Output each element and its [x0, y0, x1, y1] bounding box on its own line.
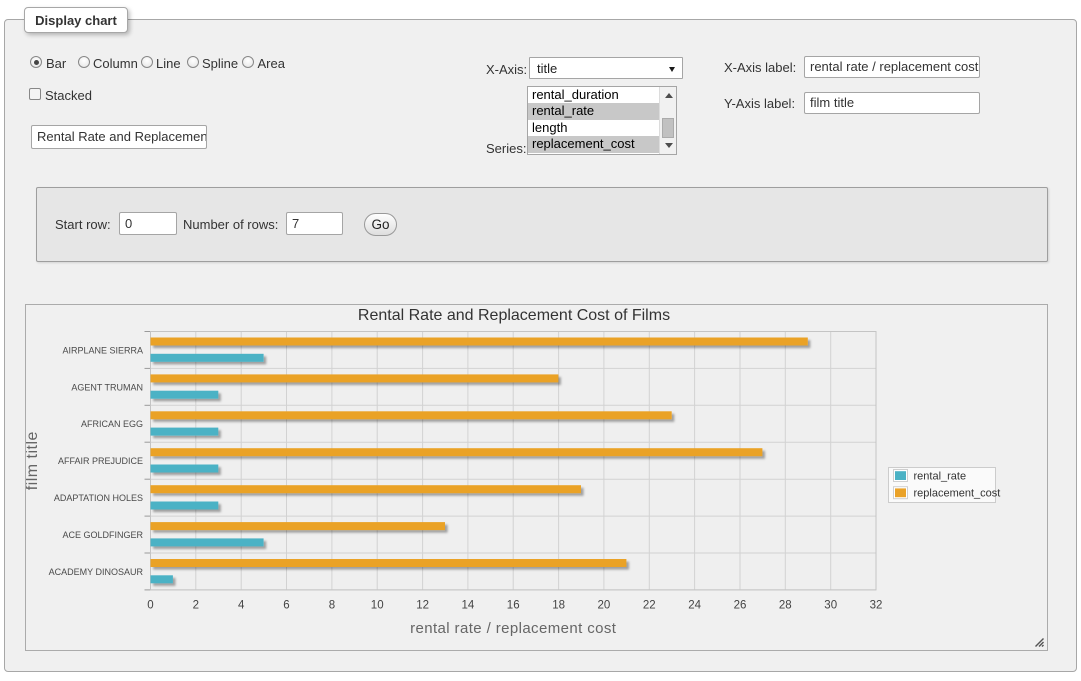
svg-text:22: 22	[643, 600, 656, 612]
svg-text:14: 14	[462, 600, 475, 612]
svg-text:rental_rate: rental_rate	[914, 470, 967, 482]
svg-text:AGENT TRUMAN: AGENT TRUMAN	[71, 382, 143, 392]
svg-text:32: 32	[870, 600, 883, 612]
svg-text:film title: film title	[26, 431, 41, 490]
svg-text:12: 12	[416, 600, 429, 612]
svg-text:16: 16	[507, 600, 520, 612]
svg-text:ACADEMY DINOSAUR: ACADEMY DINOSAUR	[49, 567, 144, 577]
svg-text:28: 28	[779, 600, 792, 612]
svg-text:2: 2	[193, 600, 199, 612]
svg-text:6: 6	[283, 600, 289, 612]
svg-text:20: 20	[598, 600, 611, 612]
svg-text:10: 10	[371, 600, 384, 612]
svg-text:0: 0	[147, 600, 153, 612]
svg-text:ACE GOLDFINGER: ACE GOLDFINGER	[62, 530, 143, 540]
svg-text:rental rate / replacement cost: rental rate / replacement cost	[410, 620, 617, 637]
svg-text:4: 4	[238, 600, 245, 612]
svg-text:AFRICAN EGG: AFRICAN EGG	[81, 419, 143, 429]
svg-text:8: 8	[329, 600, 335, 612]
svg-text:ADAPTATION HOLES: ADAPTATION HOLES	[54, 493, 143, 503]
svg-text:24: 24	[688, 600, 701, 612]
svg-text:Rental Rate and Replacement Co: Rental Rate and Replacement Cost of Film…	[358, 307, 670, 324]
svg-text:30: 30	[824, 600, 837, 612]
svg-text:26: 26	[734, 600, 747, 612]
svg-text:AIRPLANE SIERRA: AIRPLANE SIERRA	[62, 345, 143, 355]
svg-text:18: 18	[552, 600, 565, 612]
svg-text:replacement_cost: replacement_cost	[914, 488, 1001, 500]
svg-text:AFFAIR PREJUDICE: AFFAIR PREJUDICE	[58, 456, 143, 466]
